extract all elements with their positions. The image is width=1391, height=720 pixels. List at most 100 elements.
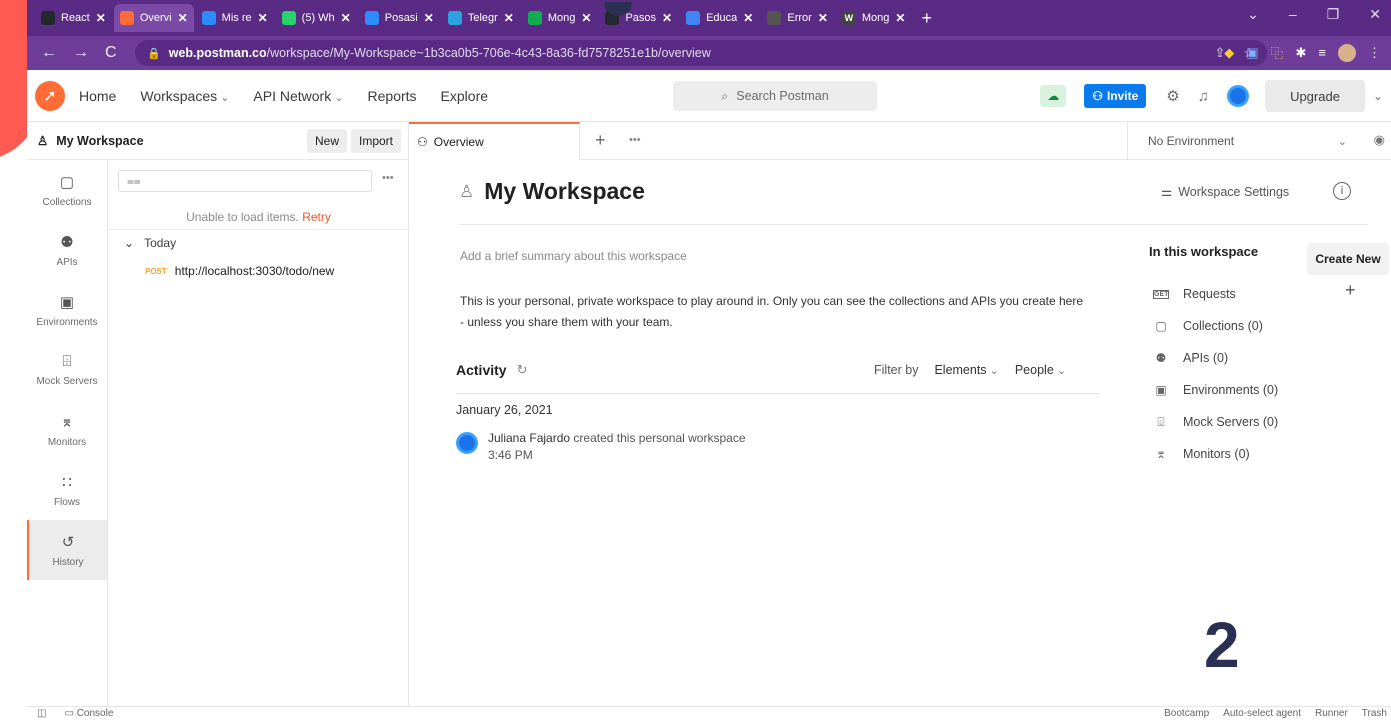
status-runner[interactable]: Runner [1315, 708, 1348, 719]
workspace-item[interactable]: GET Requests [1153, 278, 1278, 310]
extension-icon[interactable]: ▣ [1246, 45, 1258, 61]
sidebar-item-monitors[interactable]: ⌆ Monitors [27, 400, 107, 460]
close-tab-icon[interactable]: ✕ [504, 11, 514, 25]
workspace-item[interactable]: ⌹ Mock Servers (0) [1153, 406, 1278, 438]
browser-tab[interactable]: Telegr ✕ [442, 4, 520, 32]
browser-tab[interactable]: (5) Wh ✕ [276, 4, 357, 32]
address-bar[interactable]: 🔒 web.postman.co /workspace/My-Workspace… [135, 40, 1267, 66]
sidebar-item-environments[interactable]: ▣ Environments [27, 280, 107, 340]
browser-tab[interactable]: Educa ✕ [680, 4, 759, 32]
info-icon[interactable]: i [1333, 182, 1351, 200]
close-tab-icon[interactable]: ✕ [96, 11, 106, 25]
sidebar-item-history[interactable]: ↺ History [27, 520, 107, 580]
summary-field[interactable]: Add a brief summary about this workspace [460, 249, 687, 263]
invite-button[interactable]: ⚇ Invite [1084, 84, 1147, 108]
console-label: Console [76, 708, 114, 719]
environment-quick-look-icon[interactable]: ◉ [1374, 132, 1385, 148]
browser-tab[interactable]: Error ✕ [761, 4, 834, 32]
workspace-item[interactable]: ⚉ APIs (0) [1153, 342, 1278, 374]
history-request-item[interactable]: POST http://localhost:3030/todo/new [145, 264, 334, 278]
tab-overview[interactable]: ⚇ Overview [409, 122, 580, 160]
workspace-items-list: GET Requests ▢ Collections (0) ⚉ APIs (0) ▣ Env… [1153, 278, 1278, 470]
toggle-sidebar-icon[interactable]: ◫ [37, 708, 46, 719]
tab-options-icon[interactable]: ••• [629, 134, 641, 146]
workspace-selector[interactable]: ♙ My Workspace [37, 133, 144, 149]
close-tab-icon[interactable]: ✕ [424, 11, 434, 25]
nav-api-network[interactable]: API Network [253, 88, 343, 104]
postman-logo-icon[interactable]: ➚ [35, 80, 65, 111]
activity-user[interactable]: Juliana Fajardo [488, 431, 570, 445]
browser-tab[interactable]: Mong ✕ [522, 4, 598, 32]
browser-tab[interactable]: W Mong ✕ [836, 4, 912, 32]
upgrade-button[interactable]: Upgrade [1265, 80, 1365, 112]
sidebar-item-flows[interactable]: ∷ Flows [27, 460, 107, 520]
sidebar-item-apis[interactable]: ⚉ APIs [27, 220, 107, 280]
close-tab-icon[interactable]: ✕ [258, 11, 268, 25]
browser-tab[interactable]: React ✕ [35, 4, 112, 32]
workspace-description[interactable]: This is your personal, private workspace… [460, 291, 1090, 333]
add-tab-button[interactable]: + [595, 130, 606, 151]
search-input[interactable]: ⌕ Search Postman [673, 81, 877, 111]
close-tab-icon[interactable]: ✕ [178, 11, 188, 25]
nav-home[interactable]: Home [79, 88, 116, 104]
workspace-settings-button[interactable]: ⚌ Workspace Settings [1161, 184, 1289, 200]
more-options-icon[interactable]: ••• [382, 172, 394, 184]
settings-gear-icon[interactable]: ⚙ [1166, 87, 1179, 105]
kebab-menu-icon[interactable]: ⋮ [1368, 45, 1381, 61]
workspace-item[interactable]: ▢ Collections (0) [1153, 310, 1278, 342]
refresh-icon[interactable]: ↻ [517, 362, 528, 378]
retry-link[interactable]: Retry [302, 210, 331, 224]
filter-people-dropdown[interactable]: People [1015, 363, 1066, 377]
activity-header: Activity ↻ [456, 362, 527, 378]
nav-explore[interactable]: Explore [441, 88, 488, 104]
create-new-button[interactable]: Create New [1307, 243, 1389, 275]
notifications-bell-icon[interactable]: ♫ [1198, 88, 1209, 105]
back-button[interactable]: ← [41, 44, 57, 62]
forward-button[interactable]: → [73, 44, 89, 62]
extension-icon[interactable]: ⿻ [1270, 43, 1283, 62]
workspace-item-label: Environments (0) [1183, 383, 1279, 397]
console-button[interactable]: ▭ Console [64, 708, 113, 719]
status-bootcamp[interactable]: Bootcamp [1164, 708, 1209, 719]
nav-workspaces[interactable]: Workspaces [140, 88, 229, 104]
extension-icon[interactable]: ◆ [1224, 45, 1234, 61]
status-auto-select-agent[interactable]: Auto-select agent [1223, 708, 1301, 719]
browser-tab[interactable]: Posasi ✕ [359, 4, 440, 32]
extensions-puzzle-icon[interactable]: ✱ [1296, 45, 1307, 61]
new-tab-button[interactable]: + [921, 8, 932, 29]
chevron-down-icon[interactable]: ⌄ [1365, 89, 1391, 103]
sync-status-icon[interactable]: ☁ [1040, 85, 1067, 107]
close-tab-icon[interactable]: ✕ [662, 11, 672, 25]
add-icon[interactable]: + [1345, 280, 1356, 301]
close-tab-icon[interactable]: ✕ [895, 11, 905, 25]
filter-input[interactable]: ⩵ [118, 170, 372, 192]
nav-reports[interactable]: Reports [368, 88, 417, 104]
close-tab-icon[interactable]: ✕ [743, 11, 753, 25]
sidebar-item-collections[interactable]: ▢ Collections [27, 160, 107, 220]
tab-title: Mong [861, 12, 890, 24]
user-avatar[interactable] [1227, 85, 1249, 107]
status-trash[interactable]: Trash [1362, 708, 1387, 719]
close-window-button[interactable]: ✕ [1369, 6, 1381, 23]
new-button[interactable]: New [307, 129, 348, 153]
apis-icon: ⚉ [60, 233, 74, 251]
reading-list-icon[interactable]: ≡ [1318, 45, 1326, 60]
minimize-button[interactable]: – [1289, 6, 1297, 23]
sidebar-item-mock-servers[interactable]: ⌹ Mock Servers [27, 340, 107, 400]
workspace-item[interactable]: ▣ Environments (0) [1153, 374, 1278, 406]
sidebar-item-label: Mock Servers [36, 376, 98, 387]
browser-tab[interactable]: Mis re ✕ [196, 4, 274, 32]
tab-search-icon[interactable]: ⌄ [1247, 6, 1259, 23]
close-tab-icon[interactable]: ✕ [818, 11, 828, 25]
reload-button[interactable]: C [105, 44, 117, 62]
import-button[interactable]: Import [351, 129, 402, 153]
browser-tab[interactable]: Overvi ✕ [113, 4, 194, 32]
filter-elements-dropdown[interactable]: Elements [934, 363, 998, 377]
close-tab-icon[interactable]: ✕ [581, 11, 591, 25]
maximize-button[interactable]: ❐ [1327, 6, 1340, 23]
history-group-today[interactable]: ⌄ Today [124, 236, 176, 250]
close-tab-icon[interactable]: ✕ [341, 11, 351, 25]
profile-avatar[interactable] [1338, 43, 1356, 62]
workspace-item[interactable]: ⌆ Monitors (0) [1153, 438, 1278, 470]
environment-selector[interactable]: No Environment ⌄ [1127, 122, 1361, 160]
